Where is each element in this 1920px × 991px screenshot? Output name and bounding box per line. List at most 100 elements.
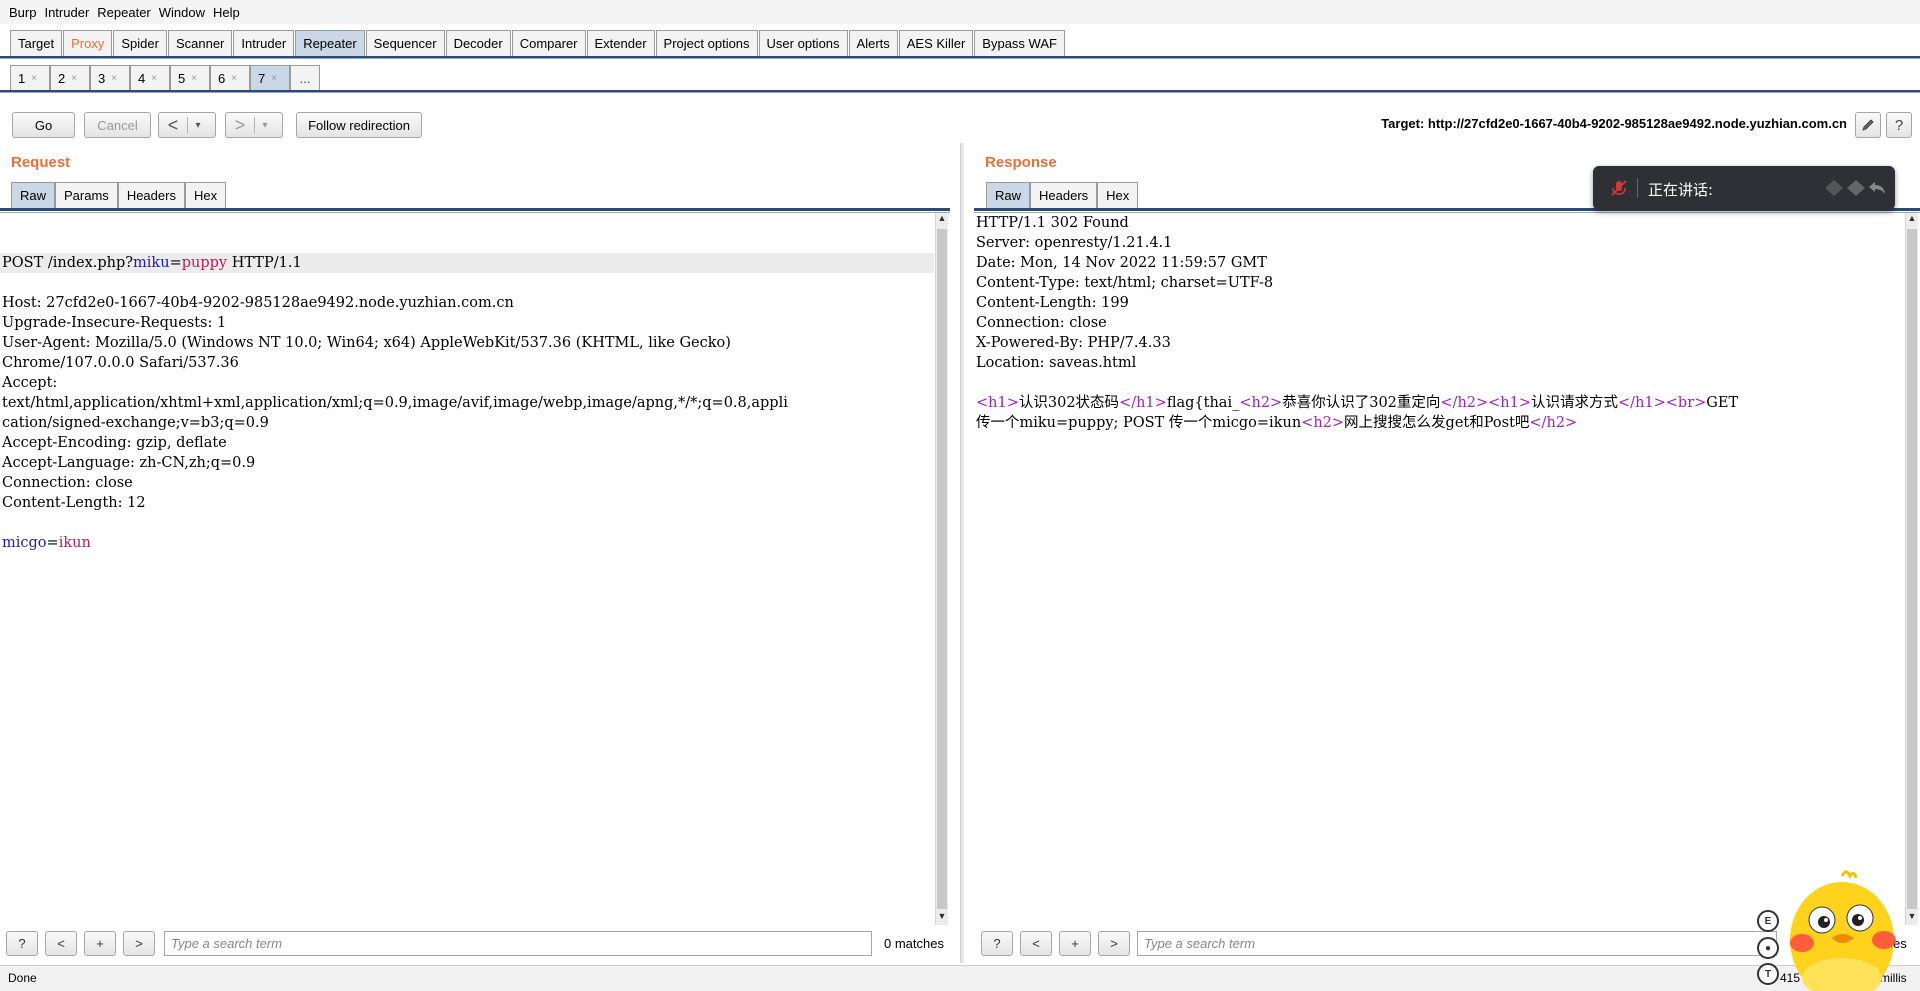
repeater-tab-7[interactable]: 7 × (250, 65, 290, 90)
back-dropdown-icon[interactable]: ▾ (188, 120, 208, 131)
repeater-tab-more[interactable]: ... (290, 65, 320, 90)
request-search-next-button[interactable]: > (123, 931, 155, 956)
back-button[interactable]: < ▾ (158, 112, 216, 138)
tab-comparer[interactable]: Comparer (511, 30, 586, 56)
tab-project-options[interactable]: Project options (655, 30, 758, 56)
main-tab-bar: Target Proxy Spider Scanner Intruder Repeater… (0, 28, 1920, 59)
repeater-tab-label: 5 (178, 70, 186, 86)
repeater-tab-3[interactable]: 3 × (90, 65, 130, 90)
response-header-line: Server: openresty/1.21.4.1 (976, 235, 1173, 251)
tab-aes-killer[interactable]: AES Killer (898, 30, 974, 56)
menu-window[interactable]: Window (155, 5, 209, 20)
close-icon[interactable]: × (191, 73, 197, 84)
html-text: 网上搜搜怎么发get和Post吧 (1344, 415, 1530, 431)
html-tag: </h1> (1618, 395, 1666, 411)
response-tab-raw[interactable]: Raw (986, 182, 1031, 208)
response-title: Response (985, 154, 1057, 171)
tab-scanner[interactable]: Scanner (167, 30, 233, 56)
response-editor[interactable]: HTTP/1.1 302 Found Server: openresty/1.21… (974, 213, 1904, 923)
repeater-tab-label: 1 (18, 70, 26, 86)
request-tab-headers[interactable]: Headers (117, 182, 185, 208)
go-button[interactable]: Go (12, 112, 75, 138)
request-header-line: Accept: (2, 375, 58, 391)
response-search-help-button[interactable]: ? (981, 931, 1013, 956)
tab-decoder[interactable]: Decoder (445, 30, 511, 56)
menu-help[interactable]: Help (209, 5, 244, 20)
tab-user-options[interactable]: User options (758, 30, 848, 56)
response-tab-headers[interactable]: Headers (1030, 182, 1098, 208)
tab-extender[interactable]: Extender (586, 30, 655, 56)
pane-splitter[interactable] (960, 143, 964, 963)
menu-repeater[interactable]: Repeater (93, 5, 154, 20)
request-tab-raw[interactable]: Raw (11, 182, 56, 208)
tab-bypass-waf[interactable]: Bypass WAF (974, 30, 1065, 56)
muted-mic-icon[interactable] (1609, 178, 1629, 198)
follow-redirection-button[interactable]: Follow redirection (296, 112, 422, 138)
response-scrollbar[interactable]: ▲ ▼ (1905, 213, 1918, 925)
request-line: POST /index.php?miku=puppy HTTP/1.1 (0, 253, 934, 273)
html-tag: </h2> (1529, 415, 1578, 431)
request-search-input[interactable]: Type a search term (164, 931, 872, 956)
repeater-tab-5[interactable]: 5 × (170, 65, 210, 90)
response-header-line (974, 373, 1904, 393)
tab-alerts[interactable]: Alerts (848, 30, 898, 56)
response-search-input[interactable]: Type a search term (1137, 931, 1777, 956)
request-body-eq: = (46, 535, 59, 551)
close-icon[interactable]: × (231, 73, 237, 84)
response-search-options-button[interactable]: + (1059, 931, 1091, 956)
html-text: 传一个miku=puppy; POST 传一个micgo=ikun (976, 415, 1302, 431)
request-scrollbar[interactable]: ▲ ▼ (935, 213, 948, 925)
repeater-tab-4[interactable]: 4 × (130, 65, 170, 90)
html-text: GET (1706, 395, 1739, 411)
pencil-icon (1862, 119, 1874, 131)
request-title: Request (11, 154, 71, 171)
close-icon[interactable]: × (111, 73, 117, 84)
voice-chat-overlay[interactable]: 正在讲话: (1593, 166, 1895, 210)
repeater-tab-2[interactable]: 2 × (50, 65, 90, 90)
request-tab-params[interactable]: Params (55, 182, 118, 208)
menu-burp[interactable]: Burp (5, 5, 40, 20)
request-search-options-button[interactable]: + (84, 931, 116, 956)
repeater-tab-1[interactable]: 1 × (10, 65, 50, 90)
request-search-help-button[interactable]: ? (6, 931, 38, 956)
shirt-circle-icon[interactable]: T (1757, 963, 1779, 985)
undo-arrow-icon[interactable] (1867, 178, 1889, 198)
help-button[interactable]: ? (1886, 112, 1912, 138)
request-header-line: Connection: close (2, 475, 133, 491)
tab-intruder[interactable]: Intruder (233, 30, 295, 56)
settings-circle-icon[interactable]: ● (1757, 937, 1779, 959)
tab-sequencer[interactable]: Sequencer (365, 30, 445, 56)
close-icon[interactable]: × (31, 73, 37, 84)
response-header-line: Location: saveas.html (976, 355, 1137, 371)
response-body-line: <h1>认识302状态码</h1>flag{thai_<h2>恭喜你认识了302… (974, 393, 1904, 413)
response-search-next-button[interactable]: > (1098, 931, 1130, 956)
request-editor[interactable]: POST /index.php?miku=puppy HTTP/1.1 Host… (0, 213, 934, 923)
repeater-tab-6[interactable]: 6 × (210, 65, 250, 90)
menu-intruder[interactable]: Intruder (40, 5, 93, 20)
request-header-line: Accept-Language: zh-CN,zh;q=0.9 (2, 455, 256, 471)
response-search-prev-button[interactable]: < (1020, 931, 1052, 956)
request-header-line: Upgrade-Insecure-Requests: 1 (2, 315, 227, 331)
close-icon[interactable]: × (151, 73, 157, 84)
request-search-prev-button[interactable]: < (45, 931, 77, 956)
response-header-line: Date: Mon, 14 Nov 2022 11:59:57 GMT (976, 255, 1267, 271)
close-icon[interactable]: × (71, 73, 77, 84)
html-tag: </h2> (1440, 395, 1489, 411)
request-header-line: Accept-Encoding: gzip, deflate (2, 435, 227, 451)
duck-mascot-icon (1790, 870, 1896, 991)
edit-target-button[interactable] (1855, 112, 1881, 138)
tab-target[interactable]: Target (10, 30, 63, 56)
response-tab-hex[interactable]: Hex (1097, 182, 1139, 208)
tab-proxy[interactable]: Proxy (63, 30, 113, 56)
status-bar: Done 415 millis (0, 965, 1920, 991)
e-badge-icon[interactable]: E (1757, 910, 1779, 932)
html-tag: <h1> (1488, 395, 1532, 411)
close-icon[interactable]: × (271, 73, 277, 84)
forward-button[interactable]: > ▾ (225, 112, 283, 138)
request-tab-hex[interactable]: Hex (184, 182, 227, 208)
forward-dropdown-icon[interactable]: ▾ (255, 120, 275, 131)
cancel-button[interactable]: Cancel (84, 112, 151, 138)
tab-spider[interactable]: Spider (113, 30, 167, 56)
tab-repeater[interactable]: Repeater (295, 30, 365, 56)
html-text: flag{thai_ (1166, 395, 1240, 411)
